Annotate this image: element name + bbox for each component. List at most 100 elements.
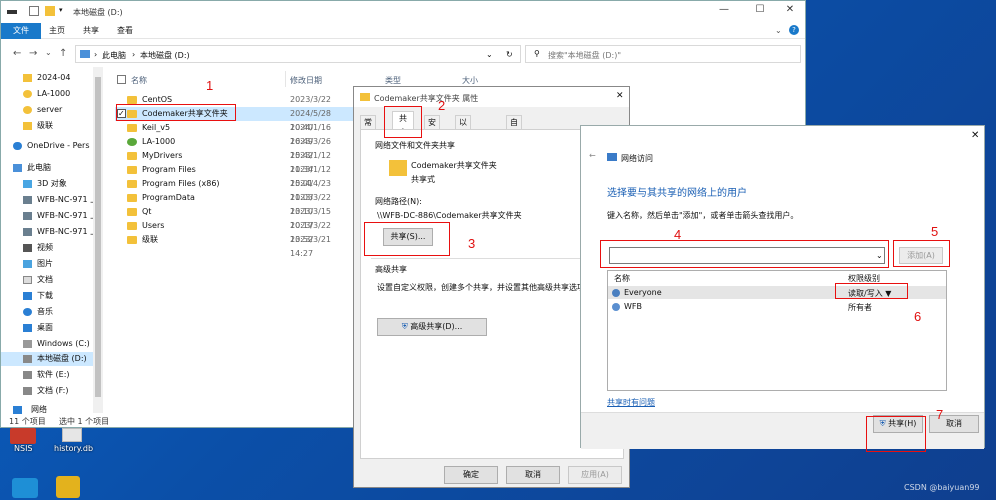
column-size[interactable]: 大小 [462,75,478,86]
pc-icon [80,50,90,58]
tab-view[interactable]: 查看 [109,23,141,39]
select-all-checkbox[interactable] [117,75,126,84]
search-box[interactable]: ⚲ 搜索"本地磁盘 (D:)" [525,45,801,63]
dialog-heading: 选择要与其共享的网络上的用户 [607,188,747,199]
shield-icon: ⛨ [401,322,408,331]
file-row-programfiles-x86[interactable]: Program Files (x86) 2024/4/23 11:03 [115,177,355,202]
close-icon[interactable]: ✕ [616,91,624,101]
minimize-button[interactable]: — [713,4,735,20]
folder-icon [127,124,137,132]
column-name[interactable]: 名称 [614,273,630,284]
maximize-button[interactable]: ☐ [749,4,771,20]
forward-icon[interactable]: → [29,48,37,59]
nsis-icon[interactable] [10,428,36,444]
file-row-jilian[interactable]: 级联 2023/3/21 14:27 [115,233,355,258]
file-row-qt[interactable]: Qt 2023/3/15 10:17 [115,205,355,230]
sidebar-item-jilian[interactable]: 级联 [1,119,101,133]
music-icon [23,308,32,316]
sidebar-item-drive-c[interactable]: Windows (C:) [1,337,101,351]
share-app-icon[interactable] [12,478,38,498]
tab-general[interactable]: 常规 [360,115,376,141]
folder-sync-icon [127,138,137,146]
tab-security[interactable]: 安全 [424,115,440,141]
address-dropdown-icon[interactable]: ⌄ [486,50,493,59]
sidebar-item-wfb1[interactable]: WFB-NC-971 上 [1,193,101,207]
sidebar-item-drive-f[interactable]: 文档 (F:) [1,384,101,398]
cancel-button[interactable]: 取消 [506,466,560,484]
annotation-box-4 [600,240,889,268]
new-folder-icon[interactable] [45,6,55,16]
column-date[interactable]: 修改日期 [290,75,322,86]
folder-icon [127,152,137,160]
item-count: 11 个项目 [9,417,46,426]
file-row-programdata[interactable]: ProgramData 2023/3/22 13:10 [115,191,355,216]
advanced-sharing-button[interactable]: ⛨ 高级共享(D)... [377,318,487,336]
breadcrumb-drive[interactable]: 本地磁盘 (D:) [140,50,190,61]
recent-chevron-icon[interactable]: ⌄ [45,48,52,57]
sidebar-item-wfb3[interactable]: WFB-NC-971 上 [1,225,101,239]
scrollbar-thumb[interactable] [95,77,101,397]
refresh-icon[interactable]: ↻ [506,50,513,59]
list-item-wfb[interactable]: WFB 所有者 [608,300,946,313]
sidebar-item-2024-04[interactable]: 2024-04 [1,71,101,85]
tab-previous-versions[interactable]: 以前的版本 [455,115,471,183]
back-icon[interactable]: ← [13,48,21,59]
user-name: WFB [624,302,642,311]
folder-icon [127,194,137,202]
sidebar-item-pictures[interactable]: 图片 [1,257,101,271]
help-icon[interactable]: ? [789,25,799,35]
drive-icon [23,355,32,363]
sidebar-item-downloads[interactable]: 下载 [1,289,101,303]
chevron-down-icon[interactable]: ▾ [59,6,69,16]
folder-icon [360,93,370,101]
sidebar-item-desktop[interactable]: 桌面 [1,321,101,335]
sidebar-item-server[interactable]: server [1,103,101,117]
advanced-sharing-label: 高级共享(D)... [410,322,463,331]
annotation-5: 5 [931,224,939,239]
history-db-icon[interactable] [62,428,82,442]
tab-customize[interactable]: 自定义 [506,115,522,155]
close-button[interactable]: ✕ [779,4,801,20]
column-type[interactable]: 类型 [385,75,401,86]
file-row-la1000[interactable]: LA-1000 2023/3/26 15:42 [115,135,355,160]
breadcrumb-this-pc[interactable]: 此电脑 [102,50,126,61]
sharing-help-link[interactable]: 共享时有问题 [607,397,655,408]
sidebar-item-la-1000[interactable]: LA-1000 [1,87,101,101]
up-icon[interactable]: ↑ [59,48,67,59]
sidebar-item-3d[interactable]: 3D 对象 [1,177,101,191]
navigation-pane: 2024-04 LA-1000 server 级联 OneDrive - Per… [1,67,105,414]
annotation-3: 3 [468,236,476,251]
search-icon: ⚲ [534,49,540,58]
ok-button[interactable]: 确定 [444,466,498,484]
file-row-users[interactable]: Users 2023/3/22 13:52 [115,219,355,244]
desktop-history-label: history.db [54,444,94,453]
address-field[interactable]: › 此电脑 › 本地磁盘 (D:) ⌄ ↻ [75,45,521,63]
sidebar-scrollbar[interactable] [93,67,103,413]
sidebar-item-documents[interactable]: 文档 [1,273,101,287]
folder-icon [127,236,137,244]
sidebar-item-music[interactable]: 音乐 [1,305,101,319]
file-row-programfiles[interactable]: Program Files 2023/1/12 15:01 [115,163,355,188]
column-divider[interactable] [285,71,286,87]
explorer-titlebar: ▾ 本地磁盘 (D:) — ☐ ✕ [1,1,805,23]
back-icon[interactable]: ← [589,151,596,160]
sidebar-item-videos[interactable]: 视频 [1,241,101,255]
close-icon[interactable]: ✕ [971,130,979,141]
sidebar-item-this-pc[interactable]: 此电脑 [1,161,101,175]
sidebar-item-onedrive[interactable]: OneDrive - Pers [1,139,101,153]
tab-share[interactable]: 共享 [75,23,107,39]
chevron-down-icon[interactable]: ⌄ [775,26,782,35]
column-name[interactable]: 名称 [131,75,147,86]
tab-file[interactable]: 文件 [1,23,41,39]
properties-icon[interactable] [29,6,39,16]
apply-button[interactable]: 应用(A) [568,466,622,484]
sidebar-item-drive-e[interactable]: 软件 (E:) [1,368,101,382]
properties-title: Codemaker共享文件夹 属性 [374,94,479,103]
folder-icon [127,208,137,216]
tab-home[interactable]: 主页 [41,23,73,39]
sidebar-item-drive-d[interactable]: 本地磁盘 (D:) [1,352,101,366]
file-row-mydrivers[interactable]: MyDrivers 2023/1/12 11:34 [115,149,355,174]
leaf-app-icon[interactable] [56,476,80,498]
file-row-keil[interactable]: Keil_v5 2024/1/16 16:49 [115,121,355,146]
sidebar-item-wfb2[interactable]: WFB-NC-971 上 [1,209,101,223]
